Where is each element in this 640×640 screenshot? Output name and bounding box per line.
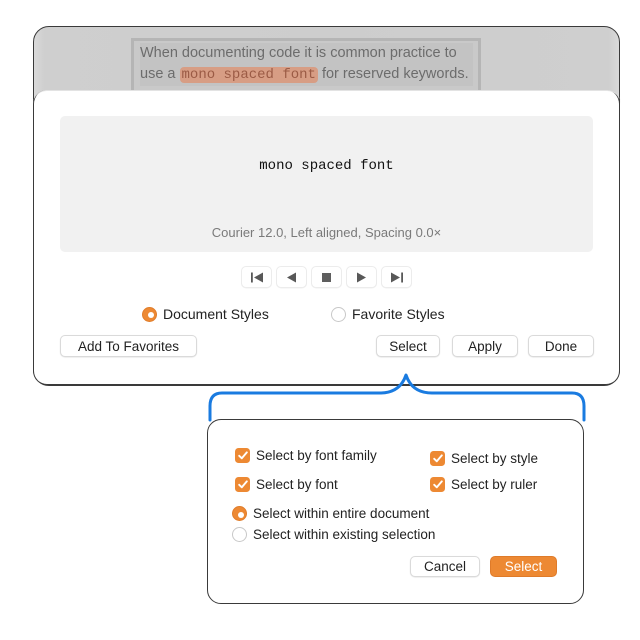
next-style-button[interactable] — [346, 266, 377, 288]
radio-unselected-icon — [232, 527, 247, 542]
radio-document-styles[interactable]: Document Styles — [142, 306, 269, 322]
document-text: When documenting code it is common pract… — [140, 43, 473, 86]
stop-button[interactable] — [311, 266, 342, 288]
stop-icon — [322, 272, 331, 282]
select-button[interactable]: Select — [376, 335, 440, 357]
checkbox-select-by-style[interactable]: Select by style — [430, 451, 538, 466]
document-line-2-suffix: for reserved keywords. — [321, 66, 469, 82]
checkbox-select-by-font[interactable]: Select by font — [235, 477, 338, 492]
highlighted-text[interactable]: mono spaced font — [179, 67, 318, 83]
checkbox-checked-icon — [235, 477, 250, 492]
radio-label: Select within existing selection — [253, 527, 436, 542]
apply-button[interactable]: Apply — [452, 335, 518, 357]
radio-select-existing-selection[interactable]: Select within existing selection — [232, 527, 435, 542]
next-icon — [357, 272, 366, 282]
preview-sample-text: mono spaced font — [259, 158, 394, 174]
previous-style-button[interactable] — [276, 266, 307, 288]
document-line-2-prefix: use a — [140, 66, 176, 82]
radio-favorite-styles-label: Favorite Styles — [352, 306, 445, 322]
done-button[interactable]: Done — [528, 335, 594, 357]
document-text-frame: When documenting code it is common pract… — [131, 38, 481, 98]
document-line-2: use a mono spaced font for reserved keyw… — [140, 64, 473, 86]
checkbox-label: Select by font — [256, 477, 338, 492]
document-line-1: When documenting code it is common pract… — [140, 43, 473, 64]
checkbox-label: Select by ruler — [451, 477, 538, 492]
checkbox-select-by-ruler[interactable]: Select by ruler — [430, 477, 537, 492]
skip-to-start-icon — [250, 272, 263, 282]
previous-icon — [287, 272, 296, 282]
radio-favorite-styles[interactable]: Favorite Styles — [331, 306, 445, 322]
checkbox-label: Select by font family — [256, 448, 377, 463]
radio-selected-icon — [232, 506, 247, 521]
first-style-button[interactable] — [241, 266, 272, 288]
style-navigation — [241, 266, 412, 288]
checkbox-select-by-font-family[interactable]: Select by font family — [235, 448, 377, 463]
style-panel: mono spaced font Courier 12.0, Left alig… — [32, 90, 621, 385]
add-to-favorites-button[interactable]: Add To Favorites — [60, 335, 197, 357]
skip-to-end-icon — [390, 272, 403, 282]
radio-select-entire-document[interactable]: Select within entire document — [232, 506, 429, 521]
preview-description: Courier 12.0, Left aligned, Spacing 0.0× — [211, 225, 442, 240]
confirm-select-button[interactable]: Select — [490, 556, 557, 577]
cancel-button[interactable]: Cancel — [410, 556, 480, 577]
last-style-button[interactable] — [381, 266, 412, 288]
radio-label: Select within entire document — [253, 506, 430, 521]
checkbox-label: Select by style — [451, 451, 539, 466]
checkbox-checked-icon — [430, 451, 445, 466]
style-preview: mono spaced font Courier 12.0, Left alig… — [60, 116, 593, 252]
radio-document-styles-label: Document Styles — [163, 306, 269, 322]
select-options-popover: Select by font family Select by style Se… — [207, 419, 584, 604]
checkbox-checked-icon — [430, 477, 445, 492]
radio-unselected-icon — [331, 306, 346, 322]
checkbox-checked-icon — [235, 448, 250, 463]
radio-selected-icon — [142, 306, 157, 322]
